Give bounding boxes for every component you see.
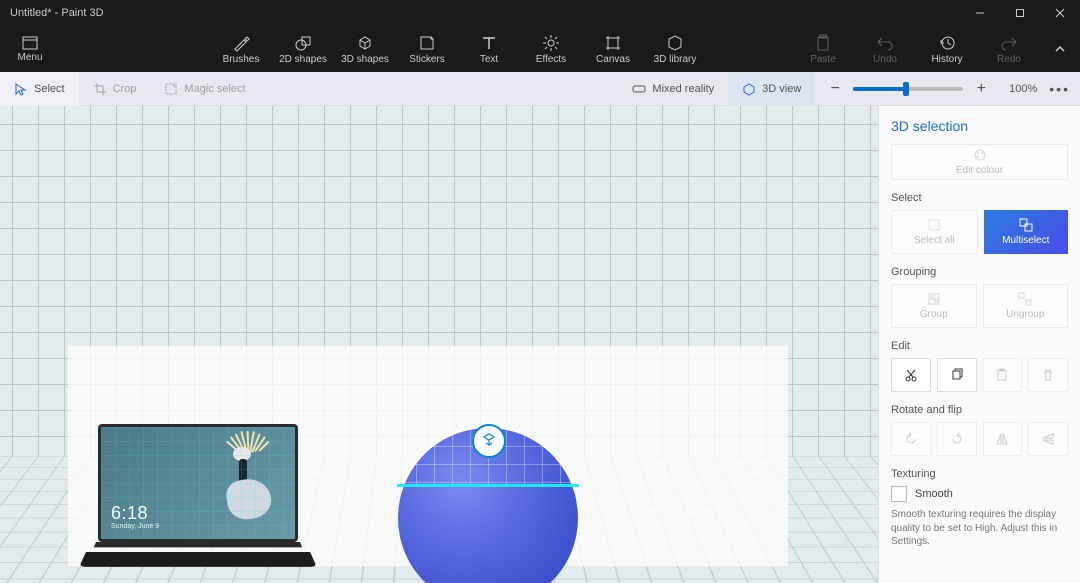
z-handle-icon <box>481 433 497 449</box>
stickers-icon <box>418 34 436 52</box>
delete-icon <box>1041 368 1055 382</box>
text-icon <box>480 34 498 52</box>
3d-shapes-icon <box>356 34 374 52</box>
brush-icon <box>232 34 250 52</box>
tool-effects[interactable]: Effects <box>520 26 582 72</box>
group-icon <box>927 292 941 306</box>
menu-button[interactable]: Menu <box>0 26 60 72</box>
multiselect-button[interactable]: Multiselect <box>984 210 1069 254</box>
3d-view-button[interactable]: 3D view <box>728 72 815 106</box>
smooth-note: Smooth texturing requires the display qu… <box>891 508 1068 549</box>
mixed-reality-icon <box>632 82 646 96</box>
rotate-cw-icon <box>950 432 964 446</box>
zoom-percent: 100% <box>999 83 1037 95</box>
ungroup-button[interactable]: Ungroup <box>983 284 1069 328</box>
crop-tool[interactable]: Crop <box>79 72 151 106</box>
magic-select-tool[interactable]: Magic select <box>150 72 259 106</box>
flip-vertical-button[interactable] <box>1028 422 1068 456</box>
tool-brushes[interactable]: Brushes <box>210 26 272 72</box>
lock-date: Sunday, June 9 <box>111 523 159 530</box>
menu-label: Menu <box>17 52 42 63</box>
flip-h-icon <box>995 432 1009 446</box>
history-icon <box>938 34 956 52</box>
zoom-in-button[interactable]: + <box>973 80 989 98</box>
3d-scene: 6:18 Sunday, June 9 <box>0 106 878 583</box>
cut-icon <box>904 368 918 382</box>
2d-shapes-icon <box>294 34 312 52</box>
tool-3d-shapes[interactable]: 3D shapes <box>334 26 396 72</box>
bird-image <box>209 435 281 525</box>
tool-text[interactable]: Text <box>458 26 520 72</box>
tool-2d-shapes[interactable]: 2D shapes <box>272 26 334 72</box>
cut-button[interactable] <box>891 358 931 392</box>
undo-icon <box>876 34 894 52</box>
tool-stickers[interactable]: Stickers <box>396 26 458 72</box>
library-icon <box>666 34 684 52</box>
palette-icon <box>973 148 987 162</box>
rotate-ccw-icon <box>904 432 918 446</box>
group-button[interactable]: Group <box>891 284 977 328</box>
secondary-toolbar: Select Crop Magic select Mixed reality 3… <box>0 72 1080 106</box>
crop-icon <box>93 82 107 96</box>
cursor-icon <box>14 82 28 96</box>
3d-view-icon <box>742 82 756 96</box>
chevron-up-icon <box>1053 42 1067 56</box>
paste-icon <box>814 34 832 52</box>
copy-button[interactable] <box>937 358 977 392</box>
close-button[interactable] <box>1040 0 1080 26</box>
grouping-section-label: Grouping <box>891 266 1068 278</box>
zoom-out-button[interactable]: − <box>827 80 843 98</box>
select-tool[interactable]: Select <box>0 72 79 106</box>
flip-horizontal-button[interactable] <box>983 422 1023 456</box>
rotate-ccw-button[interactable] <box>891 422 931 456</box>
tablet-object[interactable]: 6:18 Sunday, June 9 <box>98 424 298 564</box>
paste-icon <box>995 368 1009 382</box>
menu-icon <box>22 36 38 50</box>
rotate-section-label: Rotate and flip <box>891 404 1068 416</box>
smooth-checkbox[interactable]: Smooth <box>891 486 1068 502</box>
redo-icon <box>1000 34 1018 52</box>
effects-icon <box>542 34 560 52</box>
maximize-button[interactable] <box>1000 0 1040 26</box>
canvas-icon <box>604 34 622 52</box>
redo-button[interactable]: Redo <box>978 26 1040 72</box>
edit-section-label: Edit <box>891 340 1068 352</box>
z-position-handle[interactable] <box>472 424 506 458</box>
collapse-ribbon-button[interactable] <box>1040 26 1080 72</box>
ungroup-icon <box>1018 292 1032 306</box>
delete-button[interactable] <box>1028 358 1068 392</box>
texturing-section-label: Texturing <box>891 468 1068 480</box>
zoom-slider[interactable] <box>853 87 963 91</box>
minimize-button[interactable] <box>960 0 1000 26</box>
tool-3d-library[interactable]: 3D library <box>644 26 706 72</box>
more-button[interactable]: ••• <box>1049 81 1080 97</box>
ribbon: Menu Brushes 2D shapes 3D shapes Sticker… <box>0 26 1080 72</box>
paste-button[interactable]: Paste <box>792 26 854 72</box>
undo-button[interactable]: Undo <box>854 26 916 72</box>
flip-v-icon <box>1041 432 1055 446</box>
mixed-reality-button[interactable]: Mixed reality <box>618 72 728 106</box>
titlebar: Untitled* - Paint 3D <box>0 0 1080 26</box>
checkbox-box <box>891 486 907 502</box>
window-title: Untitled* - Paint 3D <box>10 7 960 19</box>
edit-colour-button[interactable]: Edit colour <box>891 144 1068 180</box>
canvas[interactable]: ? <box>0 106 878 583</box>
rotate-cw-button[interactable] <box>937 422 977 456</box>
smooth-label: Smooth <box>915 488 953 500</box>
select-all-icon <box>927 218 941 232</box>
multiselect-icon <box>1019 218 1033 232</box>
select-all-button[interactable]: Select all <box>891 210 978 254</box>
magic-select-icon <box>164 82 178 96</box>
panel-title: 3D selection <box>891 118 1068 134</box>
paste-edit-button[interactable] <box>983 358 1023 392</box>
side-panel: 3D selection Edit colour Select Select a… <box>878 106 1080 583</box>
tool-canvas[interactable]: Canvas <box>582 26 644 72</box>
select-section-label: Select <box>891 192 1068 204</box>
history-button[interactable]: History <box>916 26 978 72</box>
copy-icon <box>950 368 964 382</box>
lock-clock: 6:18 <box>111 503 148 524</box>
